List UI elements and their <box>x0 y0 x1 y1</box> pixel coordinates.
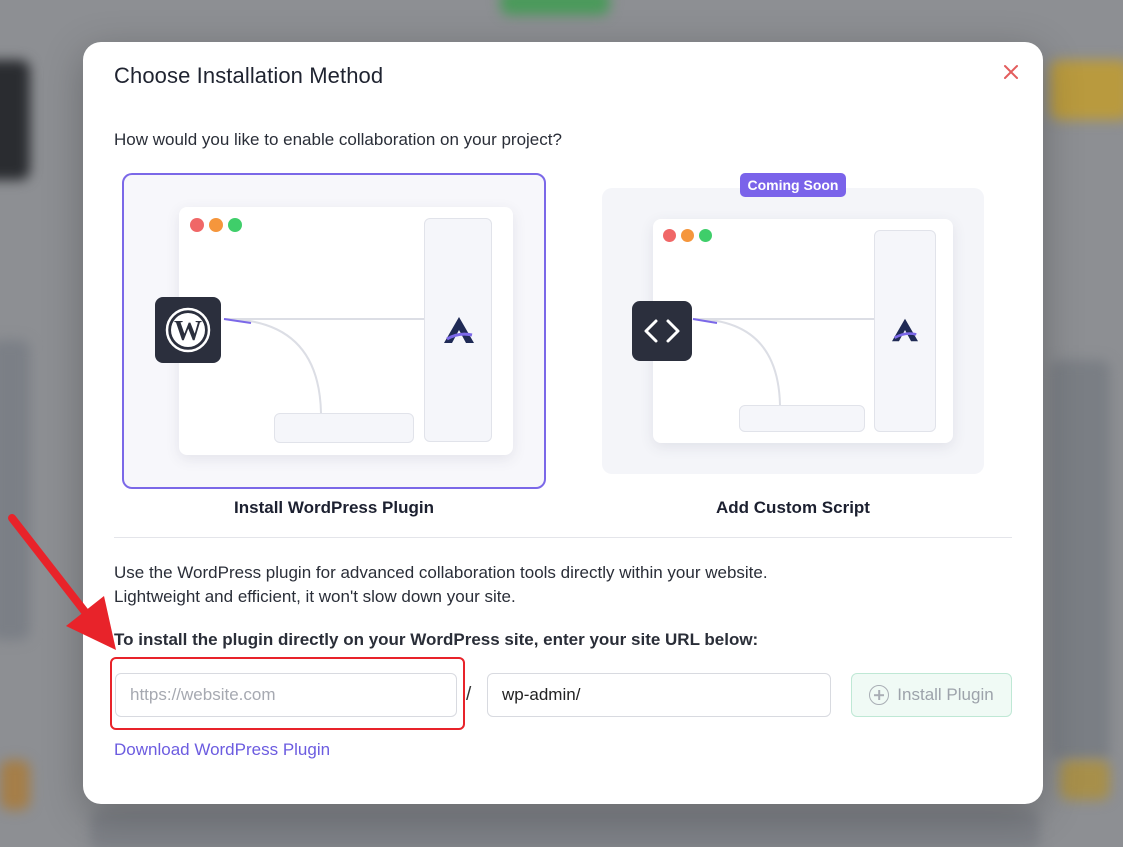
connector-lines <box>692 318 874 406</box>
url-separator: / <box>466 684 472 705</box>
option-label-wordpress: Install WordPress Plugin <box>234 498 434 517</box>
background-blob <box>1050 360 1110 760</box>
background-blob <box>500 0 610 15</box>
install-plugin-label: Install Plugin <box>897 685 994 704</box>
option-card-wordpress[interactable]: W <box>122 173 546 489</box>
modal-title: Choose Installation Method <box>114 63 384 88</box>
coming-soon-badge: Coming Soon <box>740 173 846 197</box>
close-button[interactable] <box>1001 62 1021 82</box>
annotation-highlight-box <box>110 657 465 730</box>
description-line: Use the WordPress plugin for advanced co… <box>114 563 768 582</box>
connector-lines <box>223 318 424 414</box>
admin-path-input[interactable] <box>487 673 831 717</box>
annotation-arrow-icon <box>8 514 116 650</box>
description: Use the WordPress plugin for advanced co… <box>114 561 768 609</box>
svg-text:W: W <box>174 316 202 347</box>
section-divider <box>114 537 1012 538</box>
code-tile <box>632 301 692 361</box>
option-card-custom-script[interactable] <box>602 188 984 474</box>
install-instruction: To install the plugin directly on your W… <box>114 630 759 649</box>
option-label-custom-script: Add Custom Script <box>716 498 870 517</box>
plus-circle-icon <box>869 685 890 705</box>
code-icon <box>644 319 680 343</box>
close-icon <box>1004 65 1018 79</box>
browser-illustration <box>653 219 953 443</box>
background-blob <box>1060 760 1110 800</box>
background-blob <box>0 60 30 180</box>
browser-illustration <box>179 207 513 455</box>
download-plugin-link[interactable]: Download WordPress Plugin <box>114 740 330 760</box>
background-blob <box>90 810 1040 847</box>
wordpress-tile: W <box>155 297 221 363</box>
background-blob <box>1050 60 1123 120</box>
question-text: How would you like to enable collaborati… <box>114 130 562 149</box>
description-line: Lightweight and efficient, it won't slow… <box>114 587 516 606</box>
background-blob <box>0 760 30 810</box>
install-plugin-button[interactable]: Install Plugin <box>851 673 1012 717</box>
wordpress-icon: W <box>165 307 211 353</box>
